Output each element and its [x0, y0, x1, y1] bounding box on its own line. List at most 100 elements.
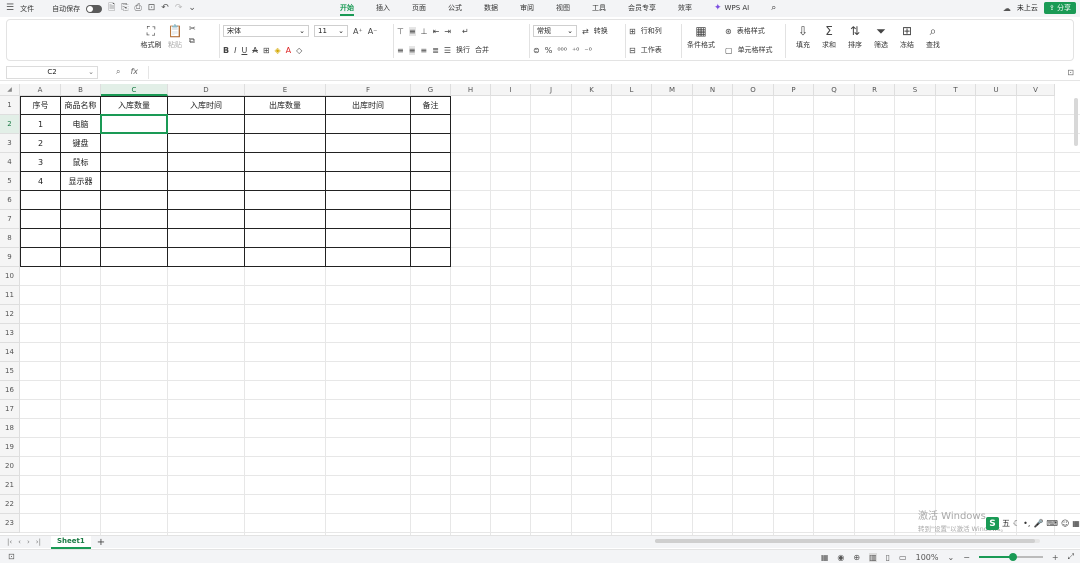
increase-font-icon[interactable]: A⁺	[353, 27, 363, 36]
border-icon[interactable]: ⊞	[263, 46, 270, 55]
column-header-e[interactable]: E	[245, 84, 326, 96]
tab-member[interactable]: 会员专享	[628, 0, 656, 17]
row-header-9[interactable]: 9	[0, 248, 20, 267]
autosave-toggle[interactable]	[86, 4, 103, 13]
table-cell[interactable]	[245, 191, 326, 210]
table-cell[interactable]	[168, 248, 245, 267]
table-cell[interactable]	[245, 229, 326, 248]
indent-decrease-icon[interactable]: ⇤	[433, 27, 440, 36]
decrease-decimal-icon[interactable]: ⁻⁰	[584, 46, 591, 55]
convert-button[interactable]: 转换	[594, 26, 608, 36]
clear-format-icon[interactable]: ◇	[296, 46, 302, 55]
eye-protect-icon[interactable]: ◉	[837, 553, 844, 562]
table-cell[interactable]	[168, 229, 245, 248]
microphone-icon[interactable]: 🎤	[1033, 519, 1043, 528]
file-menu-label[interactable]: 文件	[20, 4, 34, 14]
table-cell[interactable]	[168, 134, 245, 153]
strikethrough-icon[interactable]: A	[252, 46, 257, 55]
table-cell[interactable]	[20, 191, 61, 210]
merge-button[interactable]: 合并	[475, 45, 489, 55]
row-header-2[interactable]: 2	[0, 115, 20, 134]
grid-menu-icon[interactable]: ▦	[1072, 519, 1080, 528]
copy-icon[interactable]: ⧉	[189, 36, 196, 46]
row-header-10[interactable]: 10	[0, 267, 20, 286]
column-header-c[interactable]: C	[101, 84, 168, 96]
row-header-12[interactable]: 12	[0, 305, 20, 324]
search-icon[interactable]: ⌕	[771, 0, 776, 17]
column-header-u[interactable]: U	[976, 84, 1017, 96]
table-header-cell[interactable]: 出库时间	[326, 96, 411, 115]
column-header-n[interactable]: N	[693, 84, 733, 96]
table-cell[interactable]: 2	[20, 134, 61, 153]
table-cell[interactable]	[245, 134, 326, 153]
table-header-cell[interactable]: 出库数量	[245, 96, 326, 115]
tab-page[interactable]: 页面	[412, 0, 426, 17]
table-cell[interactable]	[411, 134, 451, 153]
layout-icon[interactable]: ▦	[821, 553, 829, 562]
column-header-g[interactable]: G	[411, 84, 451, 96]
align-left-icon[interactable]: ≡	[397, 46, 404, 55]
table-cell[interactable]	[245, 153, 326, 172]
page-layout-icon[interactable]: ▯	[886, 553, 890, 562]
align-right-icon[interactable]: ≡	[420, 46, 427, 55]
row-header-13[interactable]: 13	[0, 324, 20, 343]
row-header-14[interactable]: 14	[0, 343, 20, 362]
align-center-icon[interactable]: ≡	[408, 45, 416, 55]
percent-icon[interactable]: %	[545, 46, 553, 55]
distributed-icon[interactable]: ☰	[444, 46, 451, 55]
scrollbar-thumb[interactable]	[655, 539, 1035, 543]
italic-icon[interactable]: I	[234, 46, 236, 55]
column-header-b[interactable]: B	[61, 84, 101, 96]
table-cell[interactable]: 电脑	[61, 115, 101, 134]
table-cell[interactable]	[168, 153, 245, 172]
last-sheet-icon[interactable]: ›|	[36, 538, 41, 546]
undo-icon[interactable]: ↶	[161, 4, 169, 13]
table-cell[interactable]	[326, 172, 411, 191]
filter-button[interactable]: ⏷ 筛选	[869, 24, 893, 50]
menu-icon[interactable]: ☰	[6, 4, 14, 13]
sort-button[interactable]: ⇅ 排序	[843, 24, 867, 50]
conditional-format-button[interactable]: ▦ 条件格式	[683, 24, 719, 50]
tab-review[interactable]: 审阅	[520, 0, 534, 17]
skin-icon[interactable]: ☺	[1061, 519, 1069, 528]
row-header-3[interactable]: 3	[0, 134, 20, 153]
table-cell[interactable]	[326, 248, 411, 267]
table-cell[interactable]	[411, 153, 451, 172]
font-size-select[interactable]: 11 ⌄	[314, 25, 348, 37]
table-cell[interactable]	[411, 172, 451, 191]
column-header-q[interactable]: Q	[814, 84, 855, 96]
column-header-d[interactable]: D	[168, 84, 245, 96]
justify-icon[interactable]: ≣	[432, 46, 439, 55]
table-cell[interactable]	[411, 248, 451, 267]
row-header-5[interactable]: 5	[0, 172, 20, 191]
table-cell[interactable]	[20, 229, 61, 248]
align-middle-icon[interactable]: ≡	[408, 26, 416, 36]
bold-icon[interactable]: B	[223, 46, 229, 55]
table-cell[interactable]	[411, 210, 451, 229]
table-cell[interactable]	[168, 172, 245, 191]
wrap-button[interactable]: 换行	[456, 45, 470, 55]
table-header-cell[interactable]: 入库数量	[101, 96, 168, 115]
row-header-15[interactable]: 15	[0, 362, 20, 381]
table-cell[interactable]	[20, 210, 61, 229]
cut-icon[interactable]: ✂	[189, 24, 196, 33]
row-header-17[interactable]: 17	[0, 400, 20, 419]
table-cell[interactable]	[326, 210, 411, 229]
currency-icon[interactable]: ⊜	[533, 46, 540, 55]
column-header-f[interactable]: F	[326, 84, 411, 96]
tab-data[interactable]: 数据	[484, 0, 498, 17]
align-bottom-icon[interactable]: ⊥	[421, 27, 428, 36]
align-top-icon[interactable]: ⊤	[397, 27, 404, 36]
table-cell[interactable]	[326, 115, 411, 134]
normal-view-icon[interactable]: ▥	[869, 552, 877, 562]
name-box[interactable]: C2 ⌄	[6, 65, 98, 79]
row-header-16[interactable]: 16	[0, 381, 20, 400]
table-cell[interactable]	[101, 134, 168, 153]
table-cell[interactable]	[245, 248, 326, 267]
moon-icon[interactable]: ☾	[1013, 519, 1020, 528]
zoom-slider[interactable]	[978, 553, 1043, 561]
increase-decimal-icon[interactable]: ⁺⁰	[572, 46, 579, 55]
add-sheet-icon[interactable]: +	[97, 537, 105, 548]
column-header-v[interactable]: V	[1017, 84, 1055, 96]
row-header-21[interactable]: 21	[0, 476, 20, 495]
